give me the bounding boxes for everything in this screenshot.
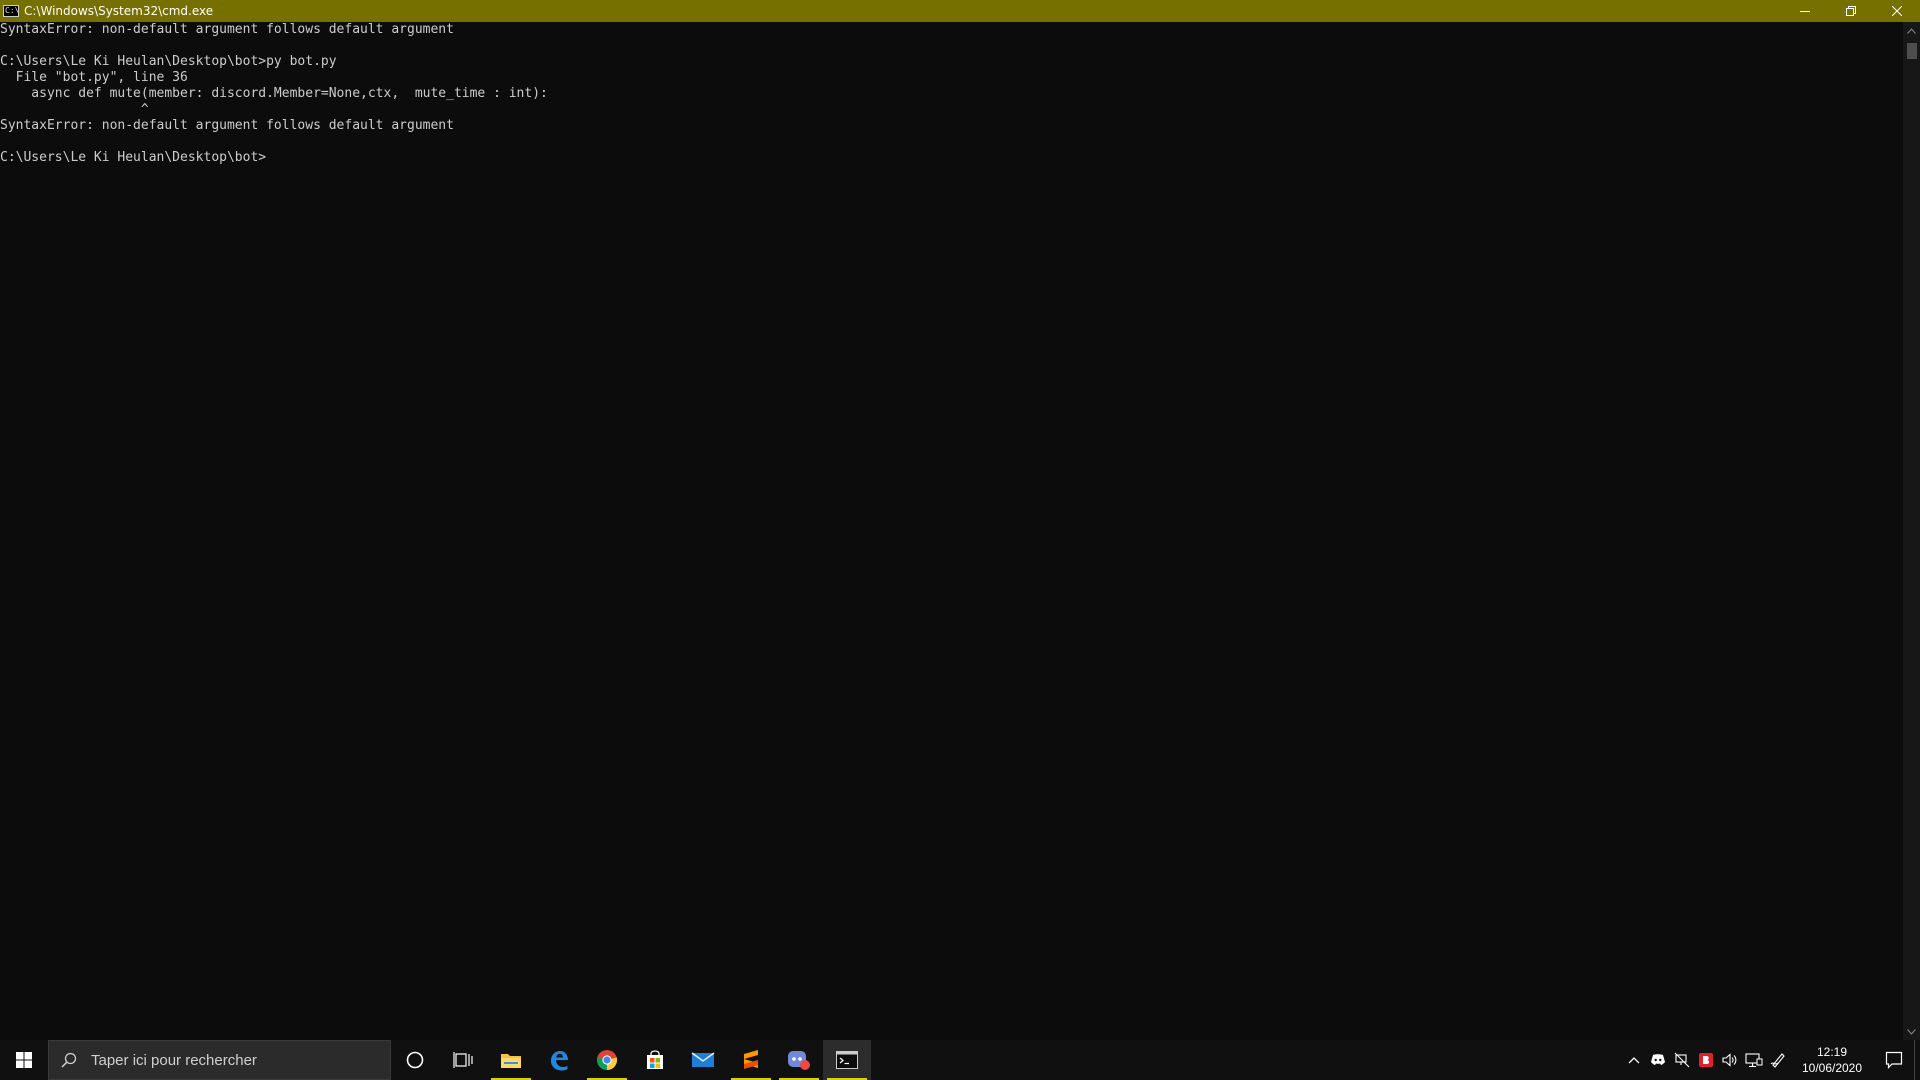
console-line: C:\Users\Le Ki Heulan\Desktop\bot>py bot… <box>0 54 337 69</box>
chrome-icon <box>596 1050 618 1070</box>
windows-logo-icon <box>16 1052 32 1068</box>
edge-icon <box>551 1051 568 1071</box>
sublime-text-icon <box>744 1050 758 1069</box>
console-output[interactable]: SyntaxError: non-default argument follow… <box>0 22 1904 1040</box>
cmd-icon: C:\ <box>3 5 19 17</box>
scroll-up-button[interactable] <box>1903 22 1920 39</box>
minimize-button[interactable] <box>1782 0 1828 22</box>
pen-icon <box>1770 1053 1785 1068</box>
vertical-scrollbar[interactable] <box>1903 22 1920 1040</box>
console-line: async def mute(member: discord.Member=No… <box>0 86 548 101</box>
chevron-down-icon <box>1907 1028 1916 1035</box>
cortana-button[interactable] <box>391 1040 439 1080</box>
notification-icon <box>1885 1051 1903 1069</box>
minimize-icon <box>1800 11 1810 12</box>
tray-antivirus[interactable] <box>1694 1040 1718 1080</box>
taskbar-edge[interactable] <box>535 1040 583 1080</box>
network-icon <box>1745 1053 1763 1068</box>
clock-date: 10/06/2020 <box>1801 1061 1863 1075</box>
tray-network-disabled[interactable] <box>1670 1040 1694 1080</box>
network-disabled-icon <box>1674 1052 1690 1068</box>
console-line: ^ <box>0 102 149 117</box>
taskbar-file-explorer[interactable] <box>487 1040 535 1080</box>
console-line: SyntaxError: non-default argument follow… <box>0 118 454 133</box>
taskbar-sublime-text[interactable] <box>727 1040 775 1080</box>
restore-button[interactable] <box>1828 0 1874 22</box>
tray-network[interactable] <box>1742 1040 1766 1080</box>
volume-icon <box>1722 1053 1737 1067</box>
task-view-icon <box>453 1052 473 1068</box>
scroll-down-button[interactable] <box>1903 1023 1920 1040</box>
cortana-icon <box>406 1051 424 1069</box>
search-icon <box>61 1052 77 1068</box>
taskbar-store[interactable] <box>631 1040 679 1080</box>
taskbar-clock[interactable]: 12:19 10/06/2020 <box>1790 1040 1874 1080</box>
action-center-button[interactable] <box>1874 1040 1914 1080</box>
taskbar: 12:19 10/06/2020 <box>0 1040 1920 1080</box>
show-desktop-button[interactable] <box>1914 1040 1920 1080</box>
console-line: File "bot.py", line 36 <box>0 70 188 85</box>
cmd-icon <box>836 1051 858 1069</box>
console-prompt: C:\Users\Le Ki Heulan\Desktop\bot> <box>0 150 267 165</box>
window-controls <box>1782 0 1920 22</box>
taskbar-chrome[interactable] <box>583 1040 631 1080</box>
taskbar-mail[interactable] <box>679 1040 727 1080</box>
show-hidden-icons-button[interactable] <box>1622 1040 1646 1080</box>
store-icon <box>647 1050 663 1069</box>
tray-discord[interactable] <box>1646 1040 1670 1080</box>
taskbar-search-box[interactable] <box>48 1040 391 1080</box>
scroll-thumb[interactable] <box>1907 43 1917 59</box>
chevron-up-icon <box>1907 27 1916 34</box>
antivirus-icon <box>1699 1053 1713 1067</box>
tray-pen[interactable] <box>1766 1040 1790 1080</box>
taskbar-cmd[interactable] <box>823 1040 871 1080</box>
task-view-button[interactable] <box>439 1040 487 1080</box>
window-title: C:\Windows\System32\cmd.exe <box>24 4 214 18</box>
mail-icon <box>691 1052 715 1067</box>
chevron-up-icon <box>1628 1057 1640 1064</box>
close-button[interactable] <box>1874 0 1920 22</box>
console-text: SyntaxError: non-default argument follow… <box>0 22 1904 166</box>
taskbar-discord[interactable] <box>775 1040 823 1080</box>
close-icon <box>1892 6 1902 16</box>
start-button[interactable] <box>0 1040 48 1080</box>
window-titlebar[interactable]: C:\ C:\Windows\System32\cmd.exe <box>0 0 1920 22</box>
discord-tray-icon <box>1651 1054 1665 1065</box>
system-tray: 12:19 10/06/2020 <box>1622 1040 1920 1080</box>
restore-icon <box>1846 6 1856 16</box>
file-explorer-icon <box>501 1054 521 1068</box>
clock-time: 12:19 <box>1816 1045 1848 1059</box>
tray-volume[interactable] <box>1718 1040 1742 1080</box>
discord-icon <box>788 1051 810 1070</box>
console-line: SyntaxError: non-default argument follow… <box>0 22 454 37</box>
search-input[interactable] <box>91 1051 351 1069</box>
